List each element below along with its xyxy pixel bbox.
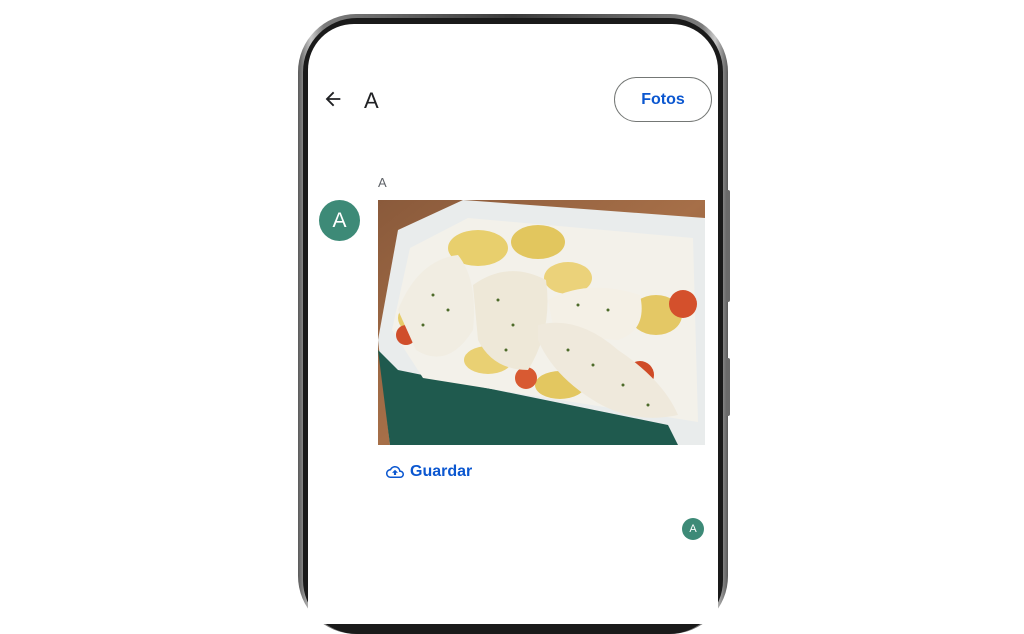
- read-receipt-avatar: A: [682, 518, 704, 540]
- volume-button: [726, 190, 730, 302]
- message-photo[interactable]: [378, 200, 705, 445]
- arrow-left-icon: [325, 91, 341, 107]
- sender-avatar[interactable]: A: [319, 200, 360, 241]
- back-button[interactable]: [320, 86, 346, 112]
- power-button: [726, 358, 730, 416]
- avatar-initial: A: [332, 208, 347, 232]
- photos-button[interactable]: Fotos: [614, 77, 712, 122]
- sender-name: A: [378, 175, 387, 190]
- phone-screen: A Fotos A A Guardar A: [308, 24, 718, 624]
- read-receipt-initial: A: [689, 523, 697, 535]
- save-label: Guardar: [410, 463, 473, 480]
- save-button[interactable]: Guardar: [386, 460, 472, 484]
- chat-title: A: [364, 88, 379, 113]
- cloud-upload-icon: [386, 466, 404, 478]
- chat-header: A Fotos: [308, 24, 718, 154]
- baked-fish-with-potatoes-photo: [378, 200, 705, 445]
